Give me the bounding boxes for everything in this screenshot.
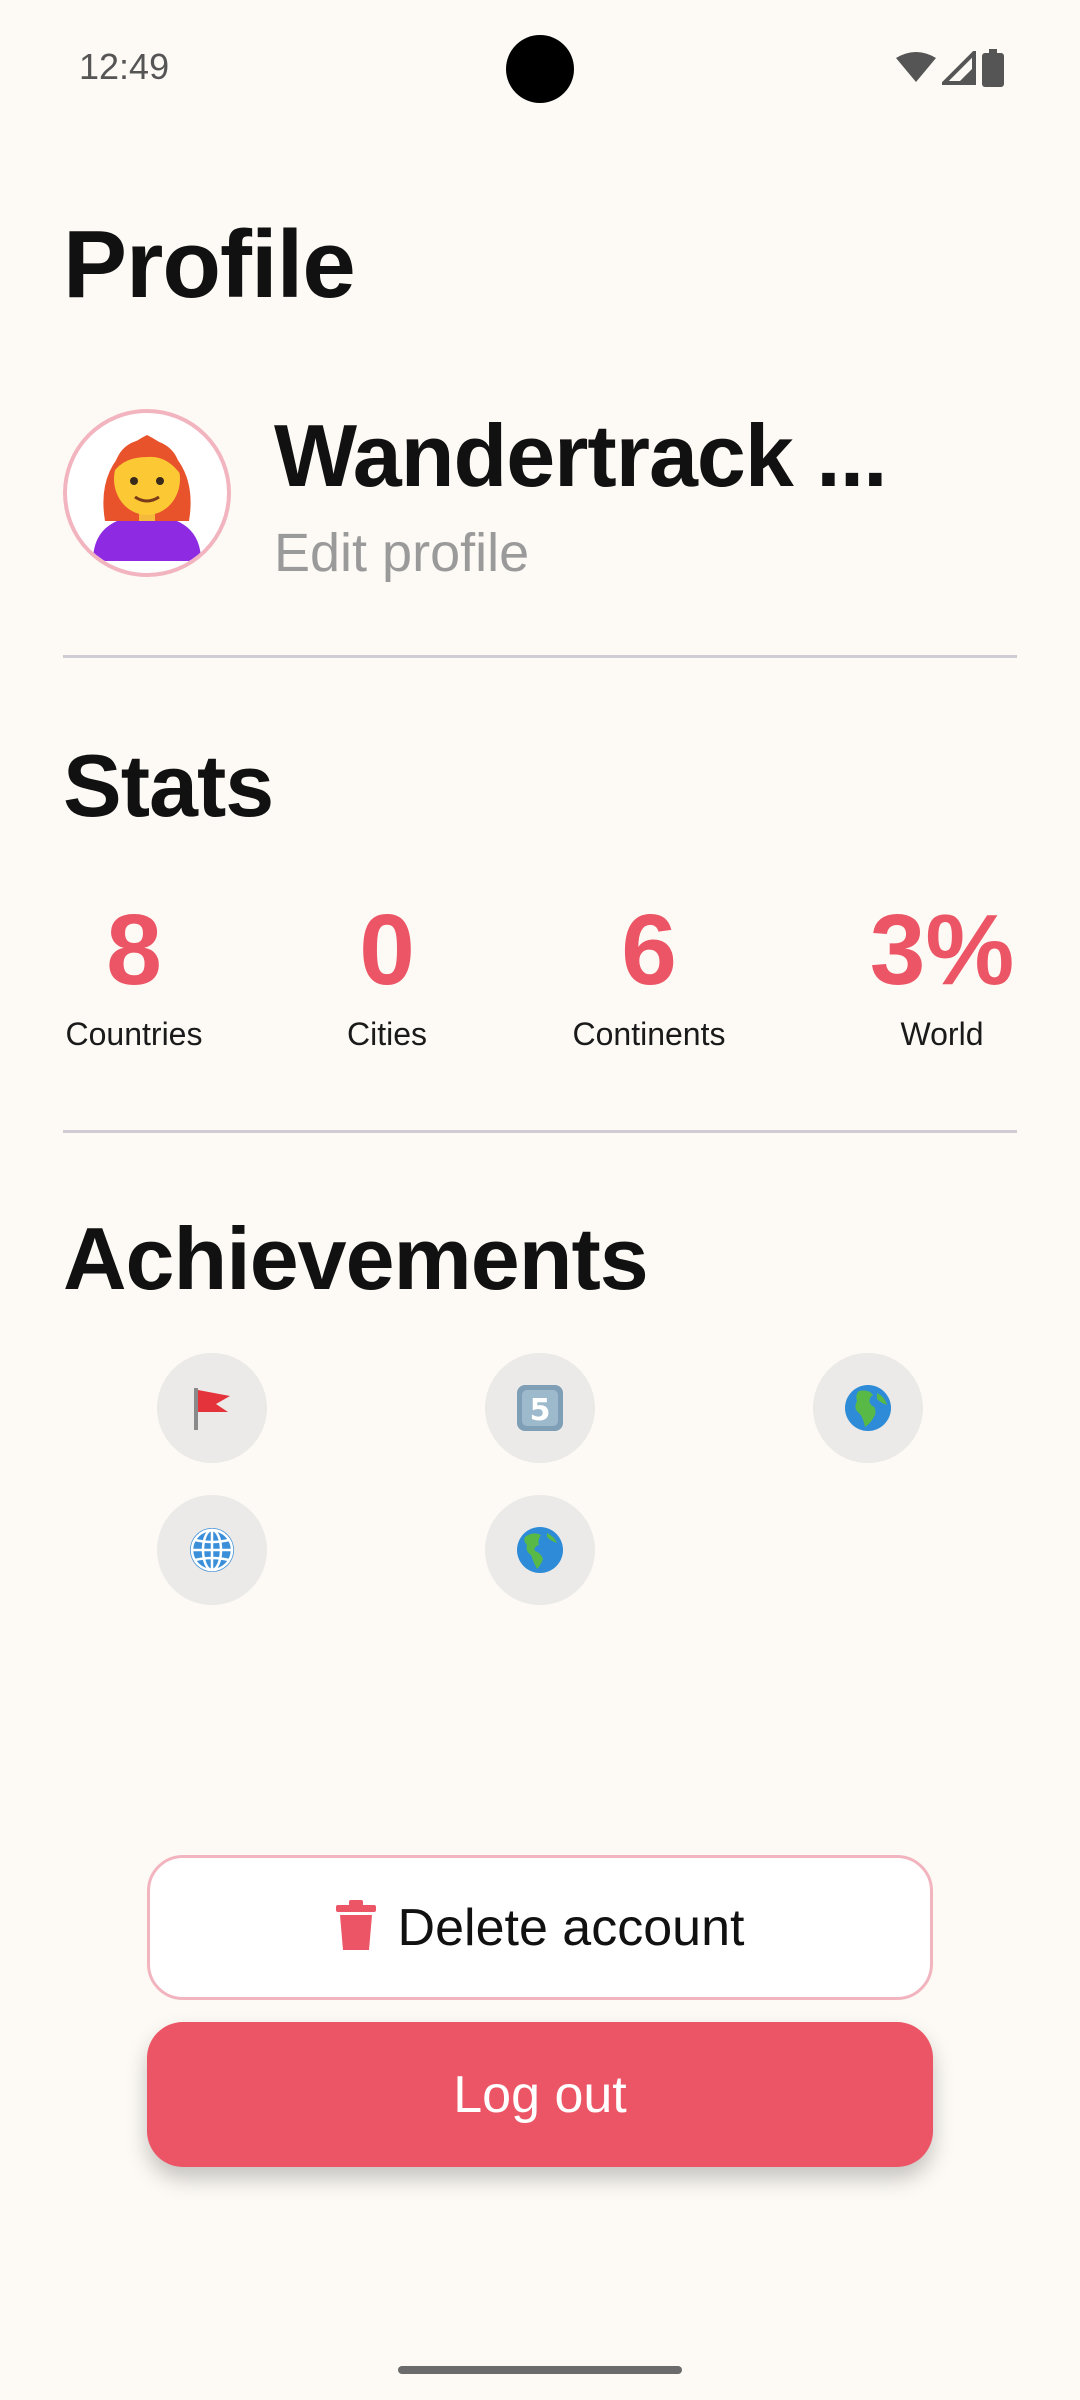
- delete-account-button[interactable]: Delete account: [147, 1855, 933, 2000]
- home-indicator[interactable]: [398, 2366, 682, 2374]
- status-icons: [896, 48, 1004, 88]
- divider: [63, 1130, 1017, 1133]
- achievement-badge[interactable]: 5: [485, 1353, 595, 1463]
- red-flag-icon: [186, 1382, 238, 1434]
- stat-label: Cities: [346, 1016, 427, 1052]
- stat-world: 3% World: [862, 890, 1022, 1053]
- page-title: Profile: [63, 211, 356, 318]
- woman-red-hair-emoji-icon: [87, 421, 207, 566]
- cellular-signal-icon: [942, 51, 976, 85]
- globe-americas-icon: [515, 1525, 565, 1575]
- edit-profile-link[interactable]: Edit profile: [274, 522, 529, 584]
- trash-icon: [335, 1900, 376, 1955]
- stat-cities: 0 Cities: [326, 890, 448, 1053]
- delete-account-label: Delete account: [397, 1898, 745, 1957]
- achievement-badge[interactable]: [485, 1495, 595, 1605]
- avatar[interactable]: [63, 409, 231, 577]
- status-bar: 12:49: [0, 0, 1080, 136]
- wifi-icon: [896, 52, 936, 84]
- stat-label: Countries: [65, 1016, 203, 1052]
- globe-europe-africa-icon: [843, 1383, 893, 1433]
- globe-meridians-icon: [187, 1525, 237, 1575]
- stats-title: Stats: [63, 736, 274, 835]
- achievement-badge[interactable]: [157, 1353, 267, 1463]
- achievements-title: Achievements: [63, 1209, 649, 1308]
- stat-value: 8: [106, 894, 162, 1006]
- svg-text:5: 5: [530, 1393, 551, 1428]
- achievement-badge[interactable]: [157, 1495, 267, 1605]
- divider: [63, 655, 1017, 658]
- profile-name: Wandertrack ...: [274, 406, 888, 505]
- stat-value: 0: [359, 894, 415, 1006]
- stat-continents: 6 Continents: [555, 890, 743, 1053]
- achievement-badge[interactable]: [813, 1353, 923, 1463]
- status-time: 12:49: [79, 46, 170, 87]
- stat-value: 3%: [869, 894, 1015, 1006]
- stat-label: Continents: [572, 1016, 726, 1052]
- logout-button[interactable]: Log out: [147, 2022, 933, 2167]
- battery-icon: [982, 49, 1004, 87]
- keycap-five-icon: 5: [515, 1383, 565, 1433]
- stat-value: 6: [621, 894, 677, 1006]
- logout-label: Log out: [453, 2065, 627, 2124]
- stat-countries: 8 Countries: [63, 890, 205, 1053]
- front-camera: [506, 35, 574, 103]
- stat-label: World: [900, 1016, 984, 1052]
